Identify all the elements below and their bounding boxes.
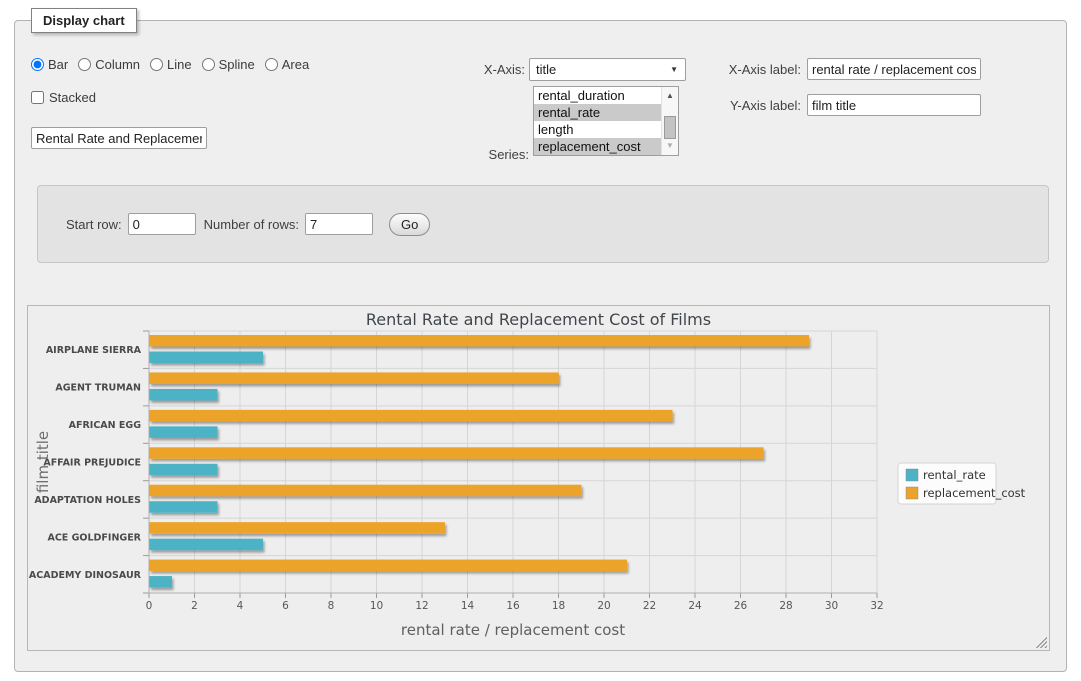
chart-type-option-spline[interactable]: Spline: [202, 57, 255, 72]
stacked-row: Stacked: [31, 90, 96, 105]
scrollbar-thumb[interactable]: [664, 116, 676, 139]
fieldset-legend: Display chart: [31, 8, 137, 33]
scroll-down-icon[interactable]: ▼: [662, 142, 678, 150]
x-axis-tick-label: 6: [282, 600, 289, 612]
x-axis-tick-label: 30: [825, 600, 838, 612]
legend-label: replacement_cost: [923, 486, 1026, 500]
chart-type-option-area[interactable]: Area: [265, 57, 309, 72]
x-axis-tick-label: 0: [146, 600, 153, 612]
series-option-replacement_cost[interactable]: replacement_cost: [534, 138, 661, 155]
category-label: AGENT TRUMAN: [55, 383, 141, 394]
chart-type-radio-spline[interactable]: [202, 58, 215, 71]
category-label: AIRPLANE SIERRA: [46, 345, 142, 356]
bar-rental_rate-AIRPLANE SIERRA[interactable]: [150, 352, 264, 364]
chart-type-option-label: Line: [167, 57, 192, 72]
x-axis-tick-label: 32: [870, 600, 883, 612]
chart-type-option-label: Spline: [219, 57, 255, 72]
category-label: ADAPTATION HOLES: [34, 495, 141, 506]
x-axis-label-label: X-Axis label:: [705, 58, 801, 81]
start-row-label: Start row:: [66, 217, 122, 232]
chart-type-option-label: Column: [95, 57, 140, 72]
bar-replacement_cost-AGENT TRUMAN[interactable]: [150, 372, 559, 384]
chart-type-radio-area[interactable]: [265, 58, 278, 71]
chevron-down-icon: ▼: [670, 66, 678, 74]
x-axis-tick-label: 10: [370, 600, 383, 612]
bar-replacement_cost-ACADEMY DINOSAUR[interactable]: [150, 560, 628, 572]
x-axis-tick-label: 28: [779, 600, 792, 612]
chart-legend: rental_rate replacement_cost: [898, 463, 1026, 504]
category-label: ACADEMY DINOSAUR: [29, 570, 142, 581]
bar-chart: Rental Rate and Replacement Cost of Film…: [28, 306, 1049, 650]
x-axis-tick-label: 16: [506, 600, 520, 612]
start-row-input[interactable]: [128, 213, 196, 235]
x-axis-tick-label: 4: [237, 600, 244, 612]
series-listbox-items: rental_durationrental_ratelengthreplacem…: [534, 87, 661, 155]
series-option-rental_rate[interactable]: rental_rate: [534, 104, 661, 121]
go-button[interactable]: Go: [389, 213, 430, 236]
x-axis-tick-label: 24: [688, 600, 702, 612]
number-of-rows-input[interactable]: [305, 213, 373, 235]
number-of-rows-label: Number of rows:: [204, 217, 299, 232]
category-label: AFRICAN EGG: [69, 420, 142, 431]
series-option-rental_duration[interactable]: rental_duration: [534, 87, 661, 104]
y-axis-title: film title: [34, 431, 52, 493]
x-axis-label-input[interactable]: [807, 58, 981, 80]
series-listbox[interactable]: rental_durationrental_ratelengthreplacem…: [533, 86, 679, 156]
legend-label: rental_rate: [923, 468, 986, 482]
bar-replacement_cost-AFFAIR PREJUDICE[interactable]: [150, 447, 764, 459]
chart-type-option-label: Bar: [48, 57, 68, 72]
bar-rental_rate-AGENT TRUMAN[interactable]: [150, 389, 218, 401]
chart-type-group: Bar Column Line Spline Area: [31, 57, 309, 72]
series-listbox-label: Series:: [435, 143, 529, 166]
x-axis-tick-label: 12: [415, 600, 428, 612]
bar-replacement_cost-AFRICAN EGG[interactable]: [150, 410, 673, 422]
y-axis-label-label: Y-Axis label:: [705, 94, 801, 117]
bar-rental_rate-AFRICAN EGG[interactable]: [150, 426, 218, 438]
row-controls-box: Start row: Number of rows: Go: [37, 185, 1049, 263]
stacked-checkbox[interactable]: [31, 91, 44, 104]
chart-container: Rental Rate and Replacement Cost of Film…: [27, 305, 1050, 651]
x-axis-tick-label: 22: [643, 600, 656, 612]
bar-rental_rate-ACADEMY DINOSAUR[interactable]: [150, 576, 173, 588]
x-axis-tick-label: 14: [461, 600, 475, 612]
x-axis-tick-label: 18: [552, 600, 565, 612]
chart-type-radio-column[interactable]: [78, 58, 91, 71]
scroll-up-icon[interactable]: ▲: [662, 92, 678, 100]
chart-type-radio-bar[interactable]: [31, 58, 44, 71]
bar-rental_rate-ADAPTATION HOLES[interactable]: [150, 501, 218, 513]
bar-replacement_cost-AIRPLANE SIERRA[interactable]: [150, 335, 810, 347]
chart-type-radio-line[interactable]: [150, 58, 163, 71]
bar-replacement_cost-ACE GOLDFINGER[interactable]: [150, 522, 446, 534]
bar-replacement_cost-ADAPTATION HOLES[interactable]: [150, 485, 582, 497]
display-chart-fieldset: Display chart BarColumnLineSplineArea St…: [14, 20, 1067, 672]
x-axis-title: rental rate / replacement cost: [401, 621, 625, 639]
x-axis-tick-label: 20: [597, 600, 610, 612]
listbox-scrollbar[interactable]: ▲ ▼: [661, 87, 678, 155]
x-axis-tick-label: 2: [191, 600, 198, 612]
x-axis-select-value: title: [536, 62, 556, 77]
stacked-label: Stacked: [49, 90, 96, 105]
bar-rental_rate-AFFAIR PREJUDICE[interactable]: [150, 464, 218, 476]
chart-title: Rental Rate and Replacement Cost of Film…: [366, 310, 711, 329]
chart-type-option-bar[interactable]: Bar: [31, 57, 68, 72]
chart-type-option-line[interactable]: Line: [150, 57, 192, 72]
x-axis-tick-label: 8: [328, 600, 335, 612]
x-axis-tick-label: 26: [734, 600, 748, 612]
series-option-length[interactable]: length: [534, 121, 661, 138]
chart-type-option-column[interactable]: Column: [78, 57, 140, 72]
chart-title-input[interactable]: [31, 127, 207, 149]
legend-item-replacement_cost[interactable]: replacement_cost: [906, 486, 1026, 500]
category-label: AFFAIR PREJUDICE: [43, 458, 141, 469]
x-axis-select-label: X-Axis:: [435, 58, 525, 81]
y-axis-label-input[interactable]: [807, 94, 981, 116]
category-label: ACE GOLDFINGER: [47, 532, 141, 543]
chart-type-option-label: Area: [282, 57, 309, 72]
bar-rental_rate-ACE GOLDFINGER[interactable]: [150, 539, 264, 551]
x-axis-select[interactable]: title ▼: [529, 58, 686, 81]
legend-item-rental_rate[interactable]: rental_rate: [906, 468, 986, 482]
